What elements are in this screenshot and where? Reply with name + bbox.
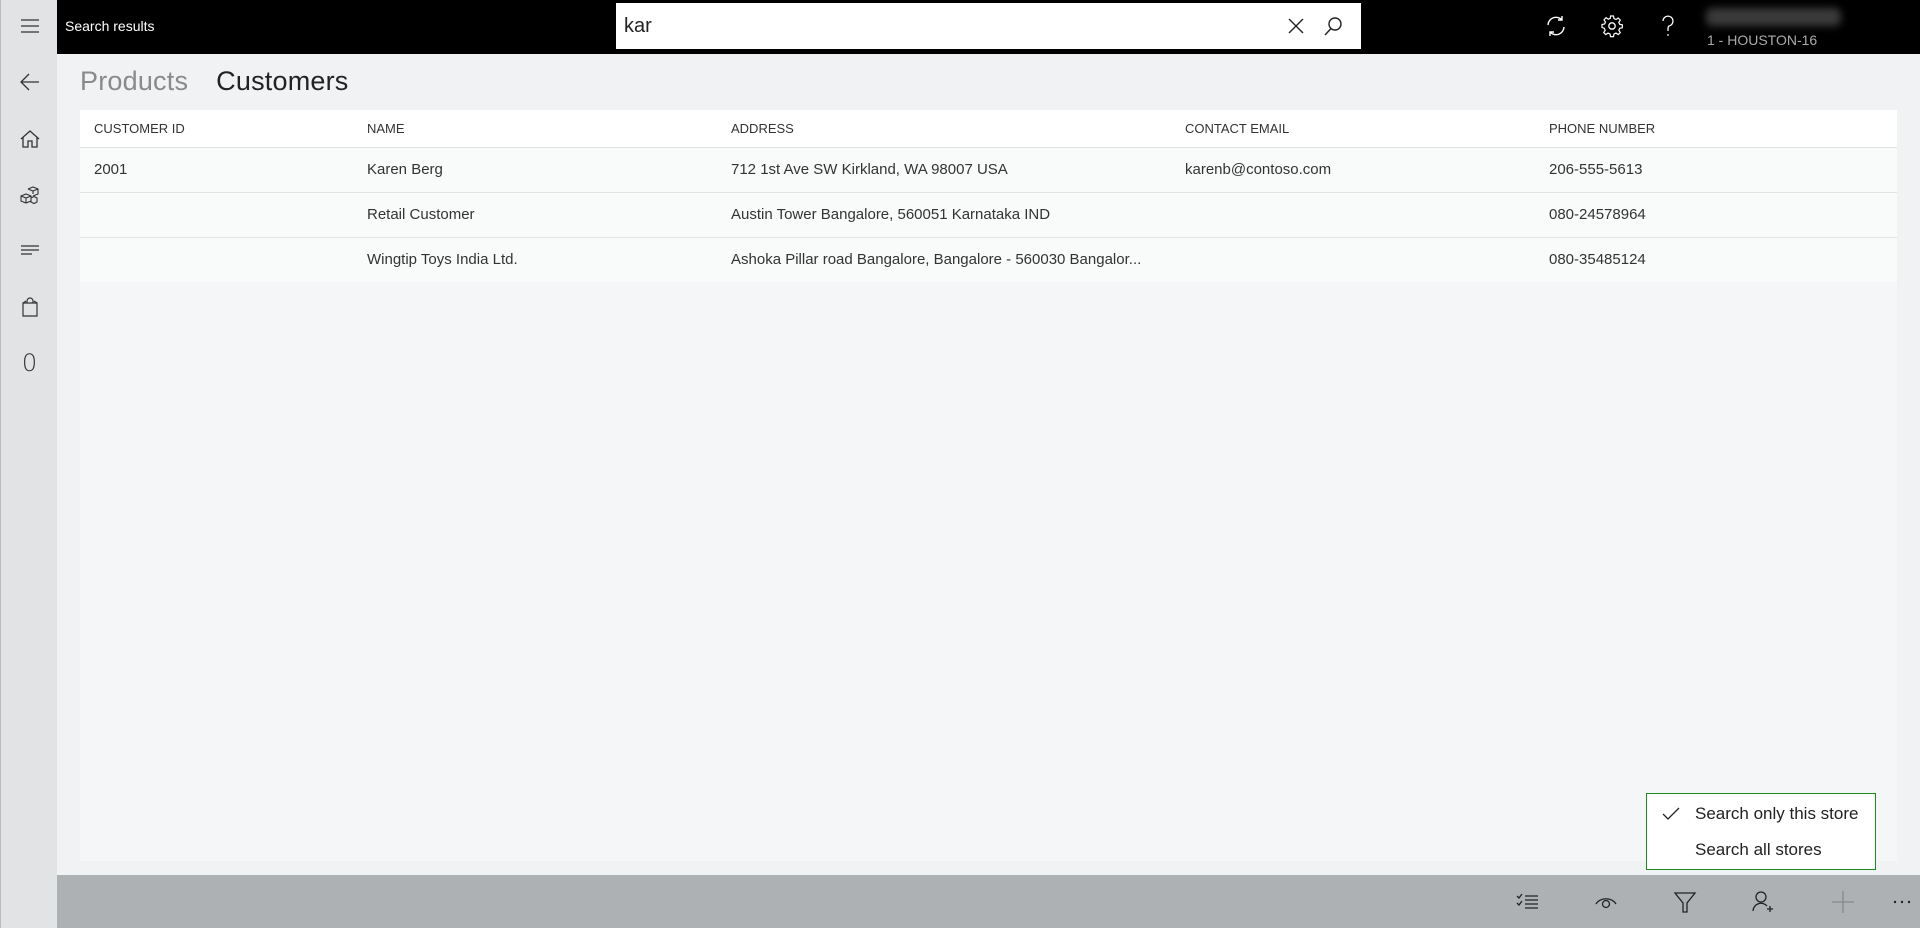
store-label: 1 - HOUSTON-16 bbox=[1707, 32, 1818, 48]
cell-phone-number: 080-24578964 bbox=[1535, 192, 1897, 238]
column-header-customer-id[interactable]: CUSTOMER ID bbox=[80, 110, 353, 148]
customers-table: CUSTOMER ID NAME ADDRESS CONTACT EMAIL P… bbox=[80, 110, 1897, 282]
cell-address: Ashoka Pillar road Bangalore, Bangalore … bbox=[717, 237, 1171, 282]
help-icon bbox=[1662, 15, 1674, 36]
search-button[interactable] bbox=[1321, 14, 1345, 38]
app-bar bbox=[57, 875, 1920, 928]
cell-phone-number: 080-35485124 bbox=[1535, 237, 1897, 282]
search-input[interactable] bbox=[624, 3, 1264, 49]
add-customer-icon bbox=[1752, 891, 1773, 912]
cell-phone-number: 206-555-5613 bbox=[1535, 147, 1897, 193]
sidebar: 0 bbox=[0, 0, 57, 928]
view-button[interactable] bbox=[1591, 888, 1621, 916]
home-icon bbox=[20, 130, 39, 148]
view-icon bbox=[1595, 898, 1617, 909]
back-arrow-icon bbox=[19, 73, 39, 91]
help-button[interactable] bbox=[1653, 11, 1683, 41]
cell-customer-id bbox=[80, 192, 353, 238]
cell-customer-id: 2001 bbox=[80, 147, 353, 193]
menu-item-label: Search all stores bbox=[1695, 840, 1822, 859]
user-name bbox=[1706, 8, 1841, 26]
cell-address: Austin Tower Bangalore, 560051 Karnataka… bbox=[717, 192, 1171, 238]
sidebar-item-cart[interactable] bbox=[1, 283, 58, 331]
cell-address: 712 1st Ave SW Kirkland, WA 98007 USA bbox=[717, 147, 1171, 193]
add-icon bbox=[1832, 891, 1854, 913]
back-button[interactable] bbox=[1, 58, 58, 106]
sync-icon bbox=[1547, 16, 1565, 36]
cart-count: 0 bbox=[21, 349, 38, 377]
sidebar-item-products[interactable] bbox=[1, 171, 58, 219]
checklist-icon bbox=[1516, 893, 1538, 909]
page-title: Search results bbox=[65, 18, 155, 34]
search-icon bbox=[1324, 17, 1342, 36]
close-icon bbox=[1288, 18, 1304, 34]
settings-button[interactable] bbox=[1597, 11, 1627, 41]
tab-products[interactable]: Products bbox=[80, 66, 188, 97]
cell-name: Retail Customer bbox=[353, 192, 717, 238]
cell-contact-email bbox=[1171, 192, 1535, 238]
filter-icon bbox=[1673, 892, 1697, 913]
cell-contact-email bbox=[1171, 237, 1535, 282]
search-box bbox=[616, 3, 1361, 49]
search-clear-button[interactable] bbox=[1284, 14, 1308, 38]
products-icon bbox=[19, 186, 39, 205]
filter-button[interactable] bbox=[1670, 888, 1700, 916]
cell-contact-email: karenb@contoso.com bbox=[1171, 147, 1535, 193]
hamburger-icon bbox=[20, 19, 39, 33]
table-row[interactable]: Wingtip Toys India Ltd. Ashoka Pillar ro… bbox=[80, 237, 1897, 282]
table-header-row: CUSTOMER ID NAME ADDRESS CONTACT EMAIL P… bbox=[80, 110, 1897, 148]
menu-item-search-all-stores[interactable]: Search all stores bbox=[1647, 832, 1875, 868]
column-header-contact-email[interactable]: CONTACT EMAIL bbox=[1171, 110, 1535, 148]
column-header-phone-number[interactable]: PHONE NUMBER bbox=[1535, 110, 1897, 148]
sync-button[interactable] bbox=[1541, 11, 1571, 41]
shopping-bag-icon bbox=[21, 297, 38, 317]
add-customer-button[interactable] bbox=[1748, 888, 1778, 916]
tab-customers[interactable]: Customers bbox=[216, 66, 348, 97]
results-tabs: Products Customers bbox=[80, 66, 349, 97]
menu-item-label: Search only this store bbox=[1695, 804, 1859, 823]
sidebar-item-transactions[interactable] bbox=[1, 226, 58, 274]
column-header-address[interactable]: ADDRESS bbox=[717, 110, 1171, 148]
menu-item-search-this-store[interactable]: Search only this store bbox=[1647, 796, 1875, 832]
cell-customer-id bbox=[80, 237, 353, 282]
table-row[interactable]: Retail Customer Austin Tower Bangalore, … bbox=[80, 192, 1897, 238]
lines-icon bbox=[20, 245, 39, 255]
store-scope-menu: Search only this store Search all stores bbox=[1646, 793, 1876, 870]
gear-icon bbox=[1601, 15, 1623, 38]
more-icon bbox=[1893, 900, 1911, 904]
more-button[interactable] bbox=[1887, 888, 1917, 916]
sidebar-item-home[interactable] bbox=[1, 115, 58, 163]
select-button[interactable] bbox=[1512, 888, 1542, 916]
column-header-name[interactable]: NAME bbox=[353, 110, 717, 148]
table-row[interactable]: 2001 Karen Berg 712 1st Ave SW Kirkland,… bbox=[80, 147, 1897, 193]
top-bar: Search results 1 - HOUSTON-16 bbox=[57, 0, 1920, 54]
menu-button[interactable] bbox=[1, 2, 58, 50]
add-button[interactable] bbox=[1828, 888, 1858, 916]
cell-name: Wingtip Toys India Ltd. bbox=[353, 237, 717, 282]
cart-count-button[interactable]: 0 bbox=[1, 339, 58, 387]
checkmark-icon bbox=[1662, 807, 1680, 820]
cell-name: Karen Berg bbox=[353, 147, 717, 193]
